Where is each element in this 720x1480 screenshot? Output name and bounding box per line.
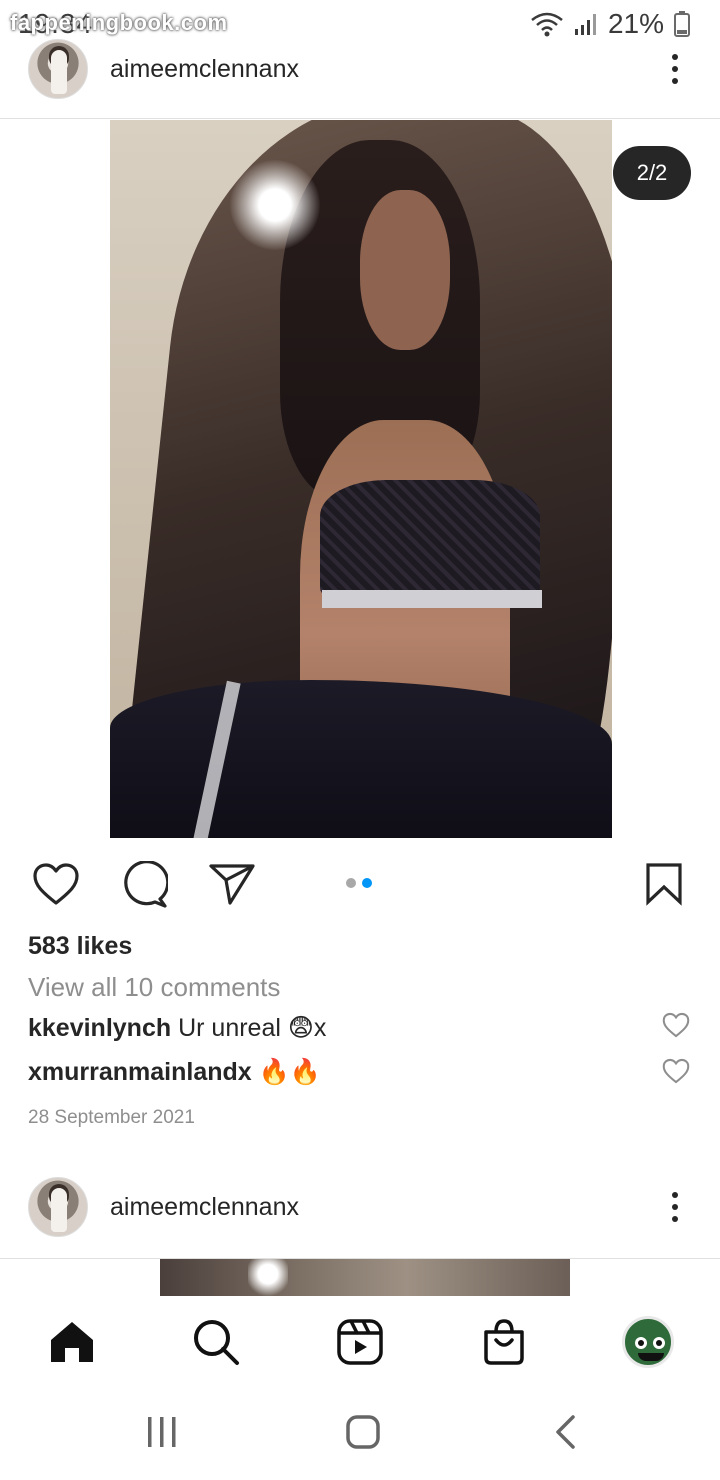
carousel-dot-active — [362, 878, 372, 888]
bookmark-icon[interactable] — [644, 862, 684, 906]
post-username[interactable]: aimeemclennanx — [110, 55, 299, 84]
search-icon[interactable] — [188, 1314, 244, 1370]
post-date: 28 September 2021 — [28, 1107, 195, 1128]
more-options-button[interactable] — [660, 1182, 690, 1232]
comment-username[interactable]: xmurranmainlandx — [28, 1058, 252, 1086]
divider — [0, 118, 720, 119]
next-post-username[interactable]: aimeemclennanx — [110, 1193, 299, 1222]
comment-icon[interactable] — [120, 861, 168, 909]
comment-text: Ur unreal 😨x — [171, 1014, 327, 1042]
heart-icon[interactable] — [32, 862, 80, 906]
profile-avatar[interactable] — [620, 1314, 676, 1370]
view-all-comments-link[interactable]: View all 10 comments — [28, 972, 280, 1003]
post-photo[interactable] — [110, 120, 612, 838]
watermark: fappeningbook.com — [10, 10, 228, 35]
avatar[interactable] — [28, 1177, 88, 1237]
likes-count[interactable]: 583 likes — [28, 932, 132, 961]
reels-icon[interactable] — [332, 1314, 388, 1370]
comment-row: kkevinlynch Ur unreal 😨x — [28, 1013, 326, 1043]
avatar[interactable] — [28, 39, 88, 99]
recents-icon[interactable] — [146, 1412, 178, 1452]
signal-icon — [574, 12, 598, 36]
back-icon[interactable] — [550, 1412, 580, 1452]
bottom-nav — [0, 1296, 720, 1390]
carousel-dot — [346, 878, 356, 888]
next-post-header: aimeemclennanx — [0, 1172, 720, 1242]
more-options-button[interactable] — [660, 44, 690, 94]
carousel-counter: 2/2 — [613, 146, 691, 200]
carousel-dots — [346, 878, 372, 888]
comment-username[interactable]: kkevinlynch — [28, 1014, 171, 1042]
comment-heart-icon[interactable] — [662, 1012, 690, 1038]
share-icon[interactable] — [208, 862, 256, 906]
system-nav — [0, 1390, 720, 1480]
comment-text: 🔥🔥 — [251, 1058, 321, 1086]
home-icon[interactable] — [44, 1314, 100, 1370]
comment-heart-icon[interactable] — [662, 1058, 690, 1084]
shop-icon[interactable] — [476, 1314, 532, 1370]
home-circle-icon[interactable] — [344, 1412, 382, 1452]
comment-row: xmurranmainlandx 🔥🔥 — [28, 1058, 321, 1087]
post-header: aimeemclennanx — [0, 34, 720, 104]
next-post-photo[interactable] — [160, 1259, 570, 1296]
